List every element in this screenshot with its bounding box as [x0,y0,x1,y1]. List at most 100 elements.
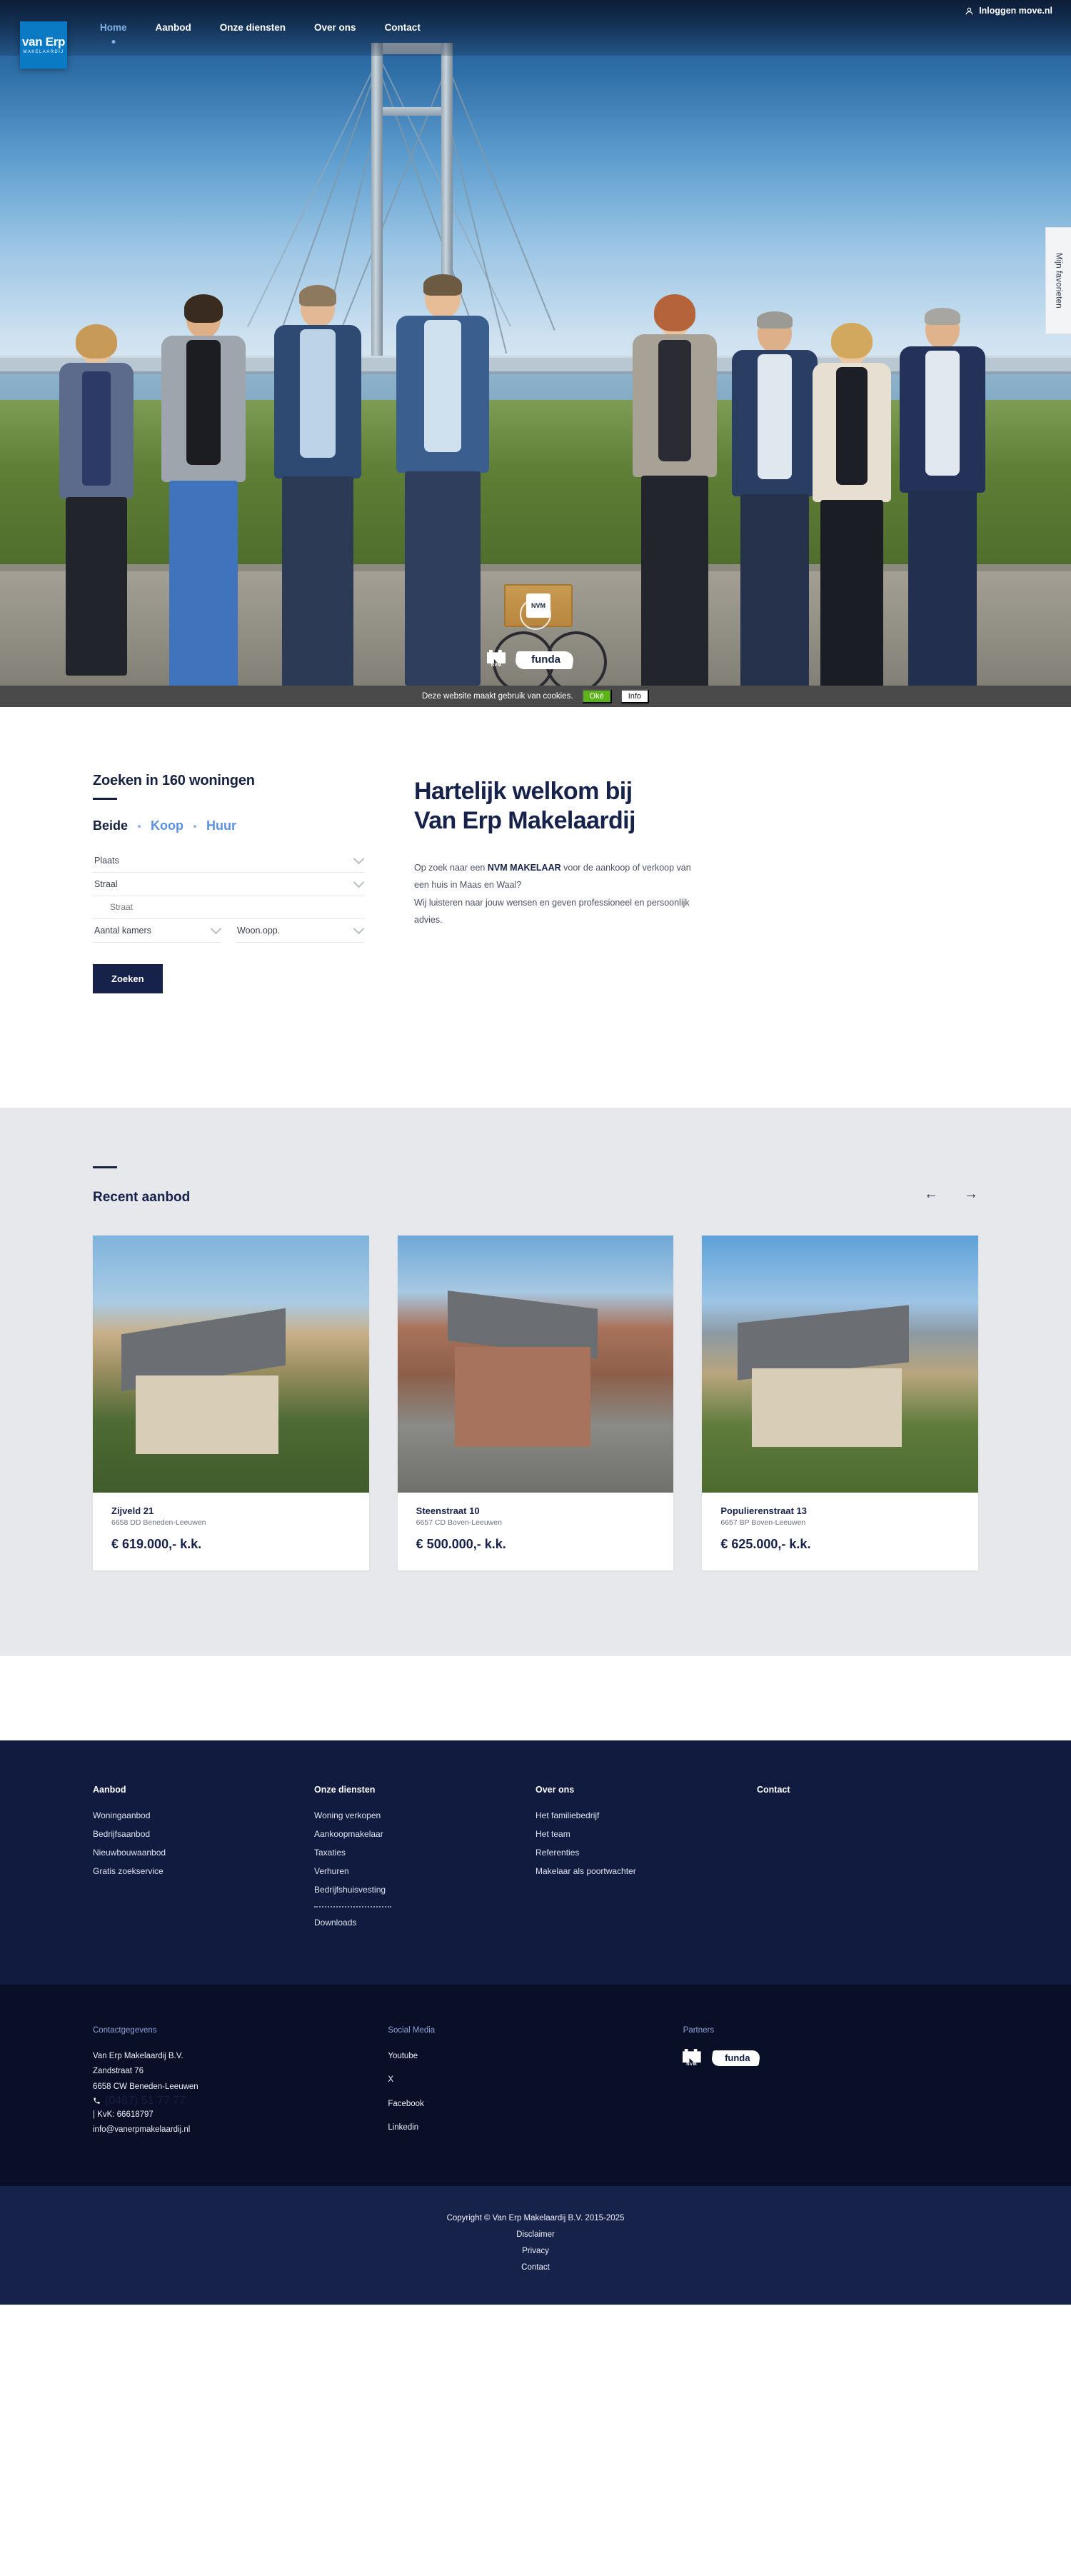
welcome-body: Op zoek naar een NVM MAKELAAR voor de aa… [414,859,693,929]
nvm-label: NVM [491,663,502,668]
arrow-left-icon[interactable]: ← [924,1187,938,1201]
recent-title: Recent aanbod [93,1190,191,1205]
chevron-down-icon [530,611,541,618]
plaats-select[interactable]: Plaats [93,849,365,873]
footer-link-woning-verkopen[interactable]: Woning verkopen [314,1810,536,1820]
contact-city: 6658 CW Beneden-Leeuwen [93,2082,198,2091]
footer-column-title: Onze diensten [314,1785,376,1795]
welcome-body-bold: NVM MAKELAAR [487,862,561,873]
contact-phone[interactable]: (0487) 51 77 77 [93,2095,388,2108]
chevron-down-icon [353,923,365,935]
social-link-linkedin[interactable]: Linkedin [388,2120,683,2135]
woonopp-select[interactable]: Woon.opp. [236,919,365,943]
welcome-heading-line2: Van Erp Makelaardij [414,807,635,835]
hero-partner-badges: NVM funda [487,650,575,670]
hero-section: NVM van Erp MAKELAARDIJ Home Aanbod Onze… [0,0,1071,707]
footer-contact-section: Contactgegevens Van Erp Makelaardij B.V.… [0,1985,1071,2187]
nav-item-onze-diensten[interactable]: Onze diensten [206,21,300,34]
footer-link-referenties[interactable]: Referenties [536,1848,757,1858]
social-media-block: Social Media Youtube X Facebook Linkedin [388,2026,683,2144]
tab-beide[interactable]: Beide [93,818,128,833]
listing-photo [702,1236,979,1493]
listing-photo [397,1236,674,1493]
contact-company: Van Erp Makelaardij B.V. [93,2052,183,2060]
footer-link-bedrijfsaanbod[interactable]: Bedrijfsaanbod [93,1829,314,1839]
footer-link-nieuwbouwaanbod[interactable]: Nieuwbouwaanbod [93,1848,314,1858]
footer-link-aankoopmakelaar[interactable]: Aankoopmakelaar [314,1829,536,1839]
social-link-facebook[interactable]: Facebook [388,2097,683,2112]
footer-link-downloads[interactable]: Downloads [314,1918,536,1928]
contact-email[interactable]: info@vanerpmakelaardij.nl [93,2123,388,2138]
legal-link-disclaimer[interactable]: Disclaimer [0,2227,1071,2243]
nvm-logo[interactable]: NVM [682,2049,701,2067]
listing-card[interactable]: Zijveld 21 6658 DD Beneden-Leeuwen € 619… [93,1236,369,1570]
main-navigation: Home Aanbod Onze diensten Over ons Conta… [86,21,435,34]
welcome-panel: Hartelijk welkom bij Van Erp Makelaardij… [414,773,978,993]
listing-address: Steenstraat 10 [416,1505,480,1516]
footer-column-aanbod: Aanbod Woningaanbod Bedrijfsaanbod Nieuw… [93,1785,314,1936]
footer-link-het-familiebedrijf[interactable]: Het familiebedrijf [536,1810,757,1820]
footer-link-gratis-zoekservice[interactable]: Gratis zoekservice [93,1866,314,1876]
aantal-kamers-select[interactable]: Aantal kamers [93,919,222,943]
cookie-accept-button[interactable]: Oké [581,689,612,703]
login-link[interactable]: Inloggen move.nl [965,6,1052,16]
login-label: Inloggen move.nl [979,6,1052,16]
listing-address: Zijveld 21 [111,1505,154,1516]
logo-subtext: MAKELAARDIJ [23,50,64,54]
footer-link-makelaar-poortwachter[interactable]: Makelaar als poortwachter [536,1866,757,1876]
arrow-right-icon[interactable]: → [964,1187,978,1201]
site-logo[interactable]: van Erp MAKELAARDIJ [20,21,67,69]
welcome-body-part1: Op zoek naar een [414,862,488,873]
funda-label: funda [724,2052,750,2063]
footer-column-title: Aanbod [93,1785,126,1795]
footer-column-title: Contact [757,1785,790,1795]
welcome-heading-line1: Hartelijk welkom bij [414,778,633,805]
search-submit-button[interactable]: Zoeken [93,964,163,993]
cookie-info-button[interactable]: Info [620,689,650,703]
listing-card[interactable]: Populierenstraat 13 6657 BP Boven-Leeuwe… [702,1236,979,1570]
listing-zip: 6658 DD Beneden-Leeuwen [111,1518,206,1527]
nav-item-contact[interactable]: Contact [371,21,435,34]
nav-item-home[interactable]: Home [86,21,141,34]
footer-spacer [0,1656,1071,1740]
straat-input-wrap[interactable] [93,896,364,919]
funda-label: funda [531,653,560,666]
social-link-x[interactable]: X [388,2073,683,2088]
favorites-side-tab[interactable]: Mijn favorieten [1045,227,1071,334]
recent-listings-section: Recent aanbod ← → Zijveld 21 6658 DD Ben… [0,1108,1071,1656]
aantal-kamers-label: Aantal kamers [94,925,151,936]
plaats-label: Plaats [94,855,119,866]
scroll-down-button[interactable] [520,598,551,630]
footer-link-bedrijfshuisvesting[interactable]: Bedrijfshuisvesting [314,1885,536,1895]
footer-link-woningaanbod[interactable]: Woningaanbod [93,1810,314,1820]
welcome-heading: Hartelijk welkom bij Van Erp Makelaardij [414,777,978,836]
bicycle: NVM [493,550,607,693]
footer-link-taxaties[interactable]: Taxaties [314,1848,536,1858]
funda-logo[interactable]: funda [710,2050,761,2066]
tab-koop[interactable]: Koop [151,818,183,833]
social-media-title: Social Media [388,2026,436,2035]
social-link-youtube[interactable]: Youtube [388,2049,683,2064]
straal-select[interactable]: Straal [93,873,365,896]
listing-card[interactable]: Steenstraat 10 6657 CD Boven-Leeuwen € 5… [397,1236,674,1570]
nav-item-over-ons[interactable]: Over ons [300,21,371,34]
nav-item-aanbod[interactable]: Aanbod [141,21,206,34]
legal-link-contact[interactable]: Contact [0,2260,1071,2276]
straat-input[interactable] [110,902,363,912]
cookie-message: Deze website maakt gebruik van cookies. [421,692,573,701]
footer-link-het-team[interactable]: Het team [536,1829,757,1839]
chevron-down-icon [210,923,222,935]
footer-link-verhuren[interactable]: Verhuren [314,1866,536,1876]
nvm-label: NVM [686,2063,698,2067]
footer-navigation: Aanbod Woningaanbod Bedrijfsaanbod Nieuw… [0,1740,1071,1985]
tab-separator-dot [193,824,197,828]
title-underline [93,798,117,800]
cookie-banner: Deze website maakt gebruik van cookies. … [0,686,1071,707]
chevron-down-icon [353,876,365,888]
search-type-tabs: Beide Koop Huur [93,818,364,833]
tab-huur[interactable]: Huur [206,818,236,833]
listing-zip: 6657 CD Boven-Leeuwen [416,1518,502,1527]
user-icon [965,7,973,14]
listing-price: € 619.000,- k.k. [111,1537,202,1551]
legal-link-privacy[interactable]: Privacy [0,2243,1071,2260]
